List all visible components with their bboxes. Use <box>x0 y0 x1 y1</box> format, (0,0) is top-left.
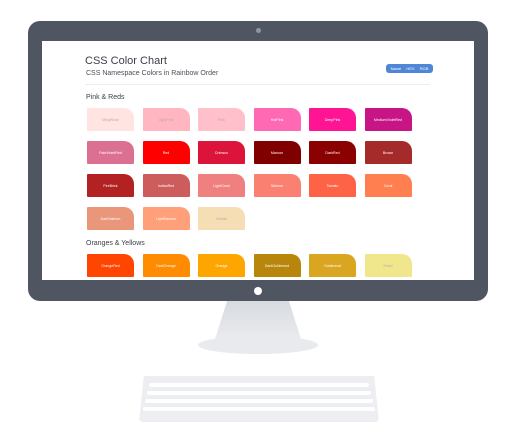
keyboard-key-row <box>147 391 371 395</box>
color-swatch-darkorange[interactable]: DarkOrange <box>142 254 190 277</box>
toggle-hex-button[interactable]: HEX <box>406 64 414 73</box>
keyboard-key-row <box>149 383 369 387</box>
color-swatch-salmon[interactable]: Salmon <box>253 174 301 197</box>
color-swatch-firebrick[interactable]: FireBrick <box>87 174 134 197</box>
color-swatch-darkred[interactable]: DarkRed <box>309 141 356 164</box>
color-swatch-crimson[interactable]: Crimson <box>198 141 245 164</box>
toggle-rgb-button[interactable]: RGB <box>420 64 429 73</box>
monitor-stand-base <box>198 336 318 354</box>
keyboard <box>139 376 379 422</box>
section-heading-oranges-yellows: Oranges & Yellows <box>86 240 145 247</box>
header-divider <box>85 84 430 85</box>
color-swatch-pink[interactable]: Pink <box>198 108 245 131</box>
color-swatch-hotpink[interactable]: HotPink <box>253 108 301 131</box>
color-swatch-brown[interactable]: Brown <box>364 141 412 164</box>
screen: CSS Color Chart CSS Namespace Colors in … <box>42 41 474 280</box>
power-button <box>254 287 262 295</box>
color-swatch-indianred[interactable]: IndianRed <box>142 174 190 197</box>
color-swatch-deeppink[interactable]: DeepPink <box>309 108 356 131</box>
section-heading-pink-reds: Pink & Reds <box>86 94 125 101</box>
color-swatch-orange[interactable]: Orange <box>198 254 245 277</box>
color-swatch-goldenrod[interactable]: Goldenrod <box>309 254 356 277</box>
color-swatch-lightsalmon[interactable]: LightSalmon <box>142 207 190 230</box>
keyboard-key-row <box>145 399 373 403</box>
color-swatch-wheat[interactable]: Wheat <box>198 207 245 230</box>
color-swatch-mediumvioletred[interactable]: MediumVioletRed <box>364 108 412 131</box>
color-swatch-coral[interactable]: Coral <box>364 174 412 197</box>
color-swatch-darksalmon[interactable]: DarkSalmon <box>87 207 134 230</box>
format-toggle: Name HEX RGB <box>386 64 433 73</box>
color-swatch-lightpink[interactable]: LightPink <box>142 108 190 131</box>
color-swatch-palevioletred[interactable]: PaleVioletRed <box>87 141 134 164</box>
keyboard-key-row <box>143 407 375 411</box>
color-swatch-lightcoral[interactable]: LightCoral <box>198 174 245 197</box>
camera-icon <box>256 28 261 33</box>
color-swatch-orangered[interactable]: OrangeRed <box>87 254 134 277</box>
color-swatch-khaki[interactable]: Khaki <box>364 254 412 277</box>
color-swatch-red[interactable]: Red <box>142 141 190 164</box>
color-swatch-tomato[interactable]: Tomato <box>309 174 356 197</box>
color-swatch-maroon[interactable]: Maroon <box>253 141 301 164</box>
color-swatch-darkgoldenrod[interactable]: DarkGoldenrod <box>253 254 301 277</box>
page-title: CSS Color Chart <box>85 55 167 67</box>
page-subtitle: CSS Namespace Colors in Rainbow Order <box>86 70 219 77</box>
color-swatch-mistyrose[interactable]: MistyRose <box>87 108 134 131</box>
monitor-frame: CSS Color Chart CSS Namespace Colors in … <box>28 21 488 301</box>
toggle-name-button[interactable]: Name <box>391 64 402 73</box>
monitor-stand <box>215 301 301 339</box>
